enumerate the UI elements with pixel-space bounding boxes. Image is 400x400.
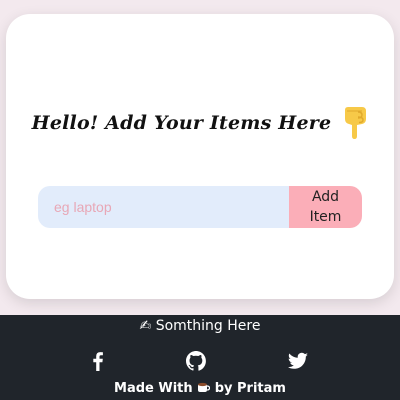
add-item-button[interactable]: Add Item	[289, 186, 362, 228]
footer-title-text: Somthing Here	[155, 318, 261, 334]
footer-title: ✍ Somthing Here	[0, 318, 400, 334]
footer-credit-before: Made With	[114, 381, 193, 396]
page: Hello! Add Your Items Here Add Item ✍ So…	[0, 0, 400, 400]
github-icon[interactable]	[184, 349, 208, 373]
add-item-form: Add Item	[38, 186, 362, 228]
footer-credit-after: by Pritam	[214, 381, 286, 396]
item-input[interactable]	[38, 186, 289, 228]
pointing-down-hand-icon	[342, 106, 368, 140]
twitter-icon[interactable]	[286, 349, 310, 373]
heading-text: Hello! Add Your Items Here	[31, 112, 332, 134]
footer: ✍ Somthing Here Made With by Pritam	[0, 315, 400, 400]
add-items-card: Hello! Add Your Items Here Add Item	[6, 14, 394, 299]
coffee-icon	[197, 381, 215, 396]
footer-credit: Made With by Pritam	[0, 381, 400, 396]
heading: Hello! Add Your Items Here	[6, 106, 394, 140]
facebook-icon[interactable]	[86, 349, 110, 373]
writing-hand-icon: ✍	[139, 318, 152, 334]
